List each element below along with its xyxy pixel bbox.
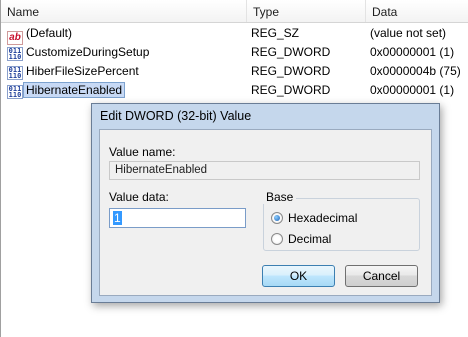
- column-header-data[interactable]: Data: [365, 0, 468, 22]
- base-group-label: Base: [263, 190, 297, 204]
- binary-value-icon: 011 110: [7, 85, 23, 99]
- ok-button[interactable]: OK: [262, 265, 335, 287]
- list-item[interactable]: 011 110 CustomizeDuringSetup REG_DWORD 0x0…: [1, 43, 468, 61]
- radio-button-checked[interactable]: [271, 212, 283, 224]
- list-header: Name Type Data: [1, 0, 468, 23]
- value-name: (Default): [26, 26, 73, 40]
- value-name: CustomizeDuringSetup: [26, 45, 150, 59]
- value-data-selected-text: 1: [113, 211, 122, 225]
- radio-button-unchecked[interactable]: [271, 233, 283, 245]
- radio-hexadecimal-label: Hexadecimal: [288, 211, 358, 225]
- cancel-button[interactable]: Cancel: [345, 265, 418, 287]
- list-item[interactable]: 011 110 HiberFileSizePercent REG_DWORD 0x0…: [1, 62, 468, 80]
- value-data: (value not set): [370, 26, 447, 40]
- dialog-title-bar[interactable]: Edit DWORD (32-bit) Value: [92, 104, 439, 128]
- binary-value-icon: 011 110: [7, 66, 23, 80]
- value-name: HiberFileSizePercent: [26, 64, 139, 78]
- value-type: REG_DWORD: [251, 45, 331, 59]
- value-type: REG_DWORD: [251, 83, 331, 97]
- value-type: REG_DWORD: [251, 64, 331, 78]
- radio-decimal-label: Decimal: [288, 232, 332, 246]
- column-header-type[interactable]: Type: [246, 0, 365, 22]
- dialog-title: Edit DWORD (32-bit) Value: [100, 109, 252, 123]
- value-name: HibernateEnabled: [23, 82, 126, 98]
- edit-dword-dialog: Edit DWORD (32-bit) Value Value name: Hi…: [91, 103, 440, 303]
- list-item-selected[interactable]: 011 110 HibernateEnabled REG_DWORD 0x00000…: [1, 81, 468, 99]
- value-data: 0x0000004b (75): [370, 64, 461, 78]
- column-header-name[interactable]: Name: [1, 0, 246, 22]
- value-data: 0x00000001 (1): [370, 45, 455, 59]
- value-name-label: Value name:: [109, 145, 176, 159]
- list-item[interactable]: ab (Default) REG_SZ (value not set): [1, 24, 468, 45]
- dialog-body: Value name: HibernateEnabled Value data:…: [99, 129, 432, 296]
- value-name-field: HibernateEnabled: [109, 161, 420, 180]
- value-data: 0x00000001 (1): [370, 83, 455, 97]
- value-data-label: Value data:: [109, 190, 169, 204]
- binary-value-icon: 011 110: [7, 47, 23, 61]
- value-type: REG_SZ: [251, 26, 300, 40]
- value-data-input[interactable]: 1: [109, 208, 246, 228]
